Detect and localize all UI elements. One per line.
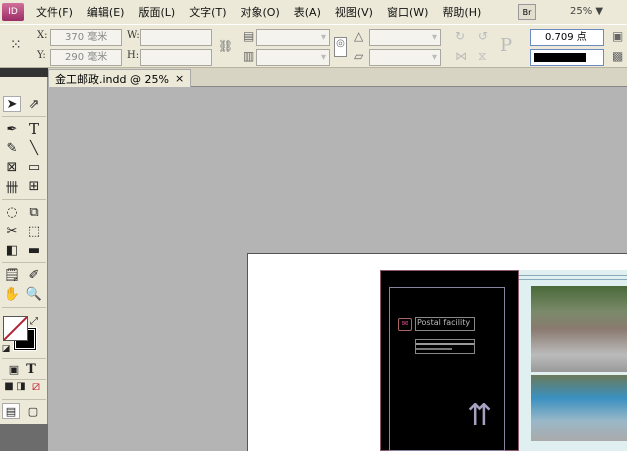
eyedropper-tool-icon[interactable]: ✐ (25, 267, 43, 283)
menu-table[interactable]: 表(A) (294, 4, 321, 20)
rectangle-tool-icon[interactable]: ▭ (25, 159, 43, 175)
direct-selection-tool-icon[interactable]: ⇗ (25, 96, 43, 112)
free-transform-tool-icon[interactable]: ⬚ (25, 223, 43, 239)
clear-frame-icon[interactable]: ▩ (612, 49, 623, 63)
toolbox-bottom (0, 424, 48, 451)
document-tab-bar: 金工邮政.indd @ 25% × (48, 68, 627, 87)
scale-y-icon: ▥ (243, 49, 255, 63)
menu-file[interactable]: 文件(F) (36, 4, 73, 20)
line-tool-icon[interactable]: ╲ (25, 140, 43, 156)
rotate-tool-icon[interactable]: ◌ (3, 204, 21, 220)
horizontal-grid-tool-icon[interactable]: 卌 (3, 178, 21, 196)
rotate-cw-icon[interactable]: ↻ (455, 29, 465, 43)
rectangle-frame-tool-icon[interactable]: ⊠ (3, 159, 21, 175)
artwork-black-panel: ✉ Postal facility ⇈ (380, 270, 519, 451)
toolbox: ➤ ⇗ ✒ T ✎ ╲ ⊠ ▭ 卌 ⊞ ◌ ⧉ ✂ ⬚ ◧ ▬ 🗒 ✐ ✋ 🔍 … (0, 77, 48, 424)
fill-frame-icon[interactable]: ▣ (612, 29, 623, 43)
document-tab-title: 金工邮政.indd @ 25% (55, 72, 169, 86)
fill-swatch[interactable] (3, 316, 28, 341)
menu-layout[interactable]: 版面(L) (138, 4, 175, 20)
scale-x-icon: ▤ (243, 29, 255, 43)
type-tool-icon[interactable]: T (25, 120, 43, 138)
menu-window[interactable]: 窗口(W) (387, 4, 428, 20)
reference-p-icon: P (500, 35, 513, 56)
menu-edit[interactable]: 编辑(E) (87, 4, 125, 20)
menu-help[interactable]: 帮助(H) (442, 4, 481, 20)
swap-fill-stroke-icon[interactable]: ⤢ (28, 313, 40, 329)
x-input[interactable]: 370 毫米 (50, 29, 122, 46)
constrain-proportions-icon[interactable]: ⛓ (218, 39, 233, 53)
stroke-type-dropdown[interactable] (530, 49, 604, 66)
artwork-heading: Postal facility (415, 317, 475, 331)
y-label: Y: (37, 50, 46, 61)
preview-mode-icon[interactable]: ▢ (24, 403, 42, 419)
vertical-grid-tool-icon[interactable]: ⊞ (25, 178, 43, 194)
pen-tool-icon[interactable]: ✒ (3, 121, 21, 137)
scale-y-input[interactable] (256, 49, 330, 66)
gradient-feather-tool-icon[interactable]: ▬ (25, 242, 43, 258)
formatting-text-icon[interactable]: T (22, 361, 40, 377)
shear-angle-icon: ▱ (354, 49, 364, 63)
toolbox-header[interactable] (0, 68, 48, 77)
artwork-text-box (415, 339, 475, 354)
scale-tool-icon[interactable]: ⧉ (25, 204, 43, 220)
rotation-input[interactable] (369, 29, 441, 46)
control-panel: ⁙ X: 370 毫米 Y: 290 毫米 W: H: ⛓ ▤ ▥ ◎ △ ▱ … (0, 24, 627, 68)
zoom-level-dropdown[interactable]: 25% ▼ (570, 6, 603, 17)
postal-logo-icon: ✉ (398, 318, 412, 331)
photo-postal-kiosk-blue (531, 375, 627, 441)
menu-view[interactable]: 视图(V) (335, 4, 373, 20)
selection-tool-icon[interactable]: ➤ (3, 96, 21, 112)
hand-tool-icon[interactable]: ✋ (3, 286, 21, 302)
height-input[interactable] (140, 49, 212, 66)
default-fill-stroke-icon[interactable]: ◪ (1, 341, 11, 357)
flip-horizontal-icon[interactable]: ⋈ (455, 49, 467, 63)
menu-type[interactable]: 文字(T) (189, 4, 226, 20)
zoom-tool-icon[interactable]: 🔍 (25, 286, 43, 302)
note-tool-icon[interactable]: 🗒 (3, 267, 21, 283)
width-input[interactable] (140, 29, 212, 46)
stroke-weight-input[interactable]: 0.709 点 (530, 29, 604, 46)
close-tab-icon[interactable]: × (175, 72, 184, 85)
menu-bar: ID 文件(F) 编辑(E) 版面(L) 文字(T) 对象(O) 表(A) 视图… (0, 0, 627, 24)
indesign-logo: ID (2, 3, 24, 21)
pencil-tool-icon[interactable]: ✎ (3, 140, 21, 156)
photo-postal-kiosk-gray (531, 286, 627, 372)
document-tab[interactable]: 金工邮政.indd @ 25% × (48, 69, 192, 87)
y-input[interactable]: 290 毫米 (50, 49, 122, 66)
formatting-container-icon[interactable]: ▣ (5, 361, 23, 377)
scale-x-input[interactable] (256, 29, 330, 46)
bridge-button[interactable]: Br (518, 4, 536, 20)
flip-vertical-icon[interactable]: ⧖ (478, 49, 486, 64)
w-label: W: (127, 30, 140, 41)
normal-view-icon[interactable]: ▤ (2, 403, 20, 419)
scissors-tool-icon[interactable]: ✂ (3, 223, 21, 239)
apply-none-icon[interactable]: ⧄ (27, 378, 45, 394)
gradient-tool-icon[interactable]: ◧ (3, 242, 21, 258)
h-label: H: (127, 50, 140, 61)
link-scale-icon[interactable]: ◎ (334, 37, 347, 57)
rotate-angle-icon: △ (354, 29, 364, 43)
x-label: X: (37, 30, 48, 41)
menu-object[interactable]: 对象(O) (241, 4, 280, 20)
reference-point-icon[interactable]: ⁙ (10, 37, 22, 53)
arrows-graphic: ⇈ (467, 398, 493, 433)
shear-input[interactable] (369, 49, 441, 66)
rotate-ccw-icon[interactable]: ↺ (478, 29, 488, 43)
